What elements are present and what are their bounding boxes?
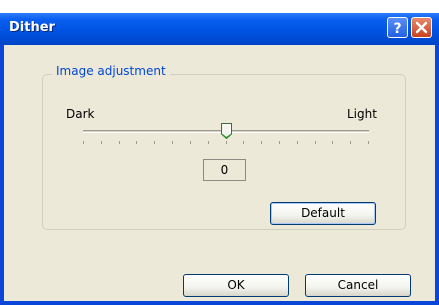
default-button[interactable]: Default	[270, 202, 376, 225]
slider-tick	[119, 141, 120, 144]
slider-tick	[243, 141, 244, 144]
group-label: Image adjustment	[52, 64, 170, 78]
slider-tick	[190, 141, 191, 144]
slider-tick	[368, 141, 369, 144]
slider-tick	[101, 141, 102, 144]
close-button[interactable]	[411, 17, 432, 38]
slider-tick	[154, 141, 155, 144]
slider-tick	[332, 141, 333, 144]
slider-tick	[315, 141, 316, 144]
slider-tick	[279, 141, 280, 144]
title-bar[interactable]: Dither ?	[0, 13, 439, 45]
help-icon: ?	[393, 21, 401, 37]
slider-tick	[226, 141, 227, 144]
close-icon	[415, 21, 428, 34]
value-display: 0	[203, 159, 246, 181]
ok-button[interactable]: OK	[183, 274, 289, 297]
dialog-title: Dither	[9, 20, 55, 35]
slider-tick	[83, 141, 84, 144]
dialog-window: Dither ? Image adjustment Dark Light 0 D…	[0, 13, 439, 305]
slider-tick	[208, 141, 209, 144]
slider-tick	[136, 141, 137, 144]
slider-tick	[350, 141, 351, 144]
help-button[interactable]: ?	[387, 17, 408, 38]
dark-label: Dark	[66, 107, 95, 121]
slider-tick	[172, 141, 173, 144]
dialog-body: Image adjustment Dark Light 0 Default OK…	[4, 45, 435, 301]
svg-text:?: ?	[393, 21, 401, 37]
light-label: Light	[347, 107, 377, 121]
slider-tick	[261, 141, 262, 144]
cancel-button[interactable]: Cancel	[305, 274, 411, 297]
slider-ticks	[83, 141, 369, 144]
slider-tick	[297, 141, 298, 144]
slider-thumb[interactable]	[220, 123, 232, 139]
